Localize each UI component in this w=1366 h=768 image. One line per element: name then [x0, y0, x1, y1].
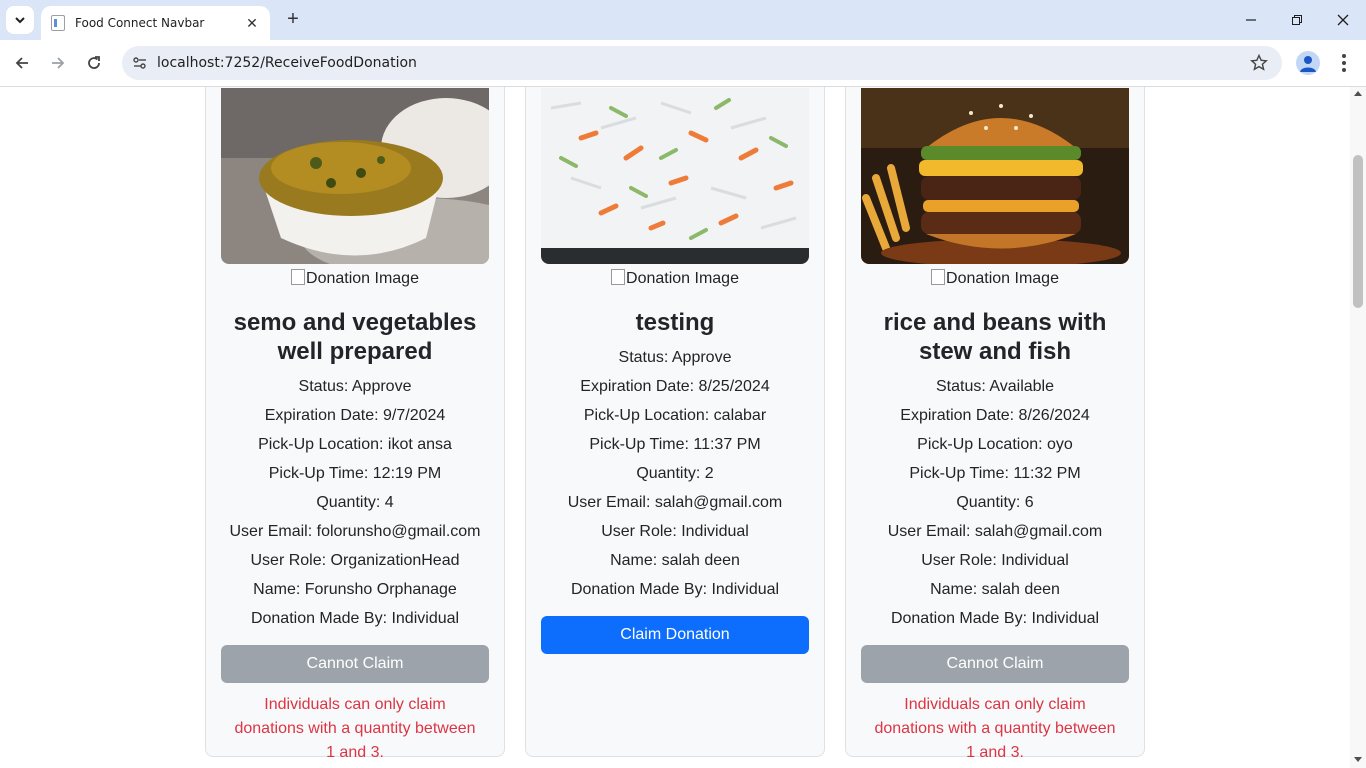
- page-icon: [51, 15, 65, 31]
- forward-button[interactable]: [46, 51, 70, 75]
- address-bar[interactable]: localhost:7252/ReceiveFoodDonation: [122, 46, 1282, 80]
- page-content: Donation Image semo and vegetables well …: [0, 87, 1350, 768]
- broken-image: Donation Image: [206, 269, 504, 288]
- donation-title: semo and vegetables well prepared: [233, 309, 477, 365]
- broken-image-icon: [931, 269, 946, 285]
- broken-image: Donation Image: [526, 269, 824, 288]
- food-image-rice: [541, 88, 809, 264]
- name-text: Name: salah deen: [610, 552, 740, 569]
- bookmark-star-icon[interactable]: [1250, 54, 1268, 72]
- pickup-time-text: Pick-Up Time: 11:32 PM: [909, 465, 1081, 482]
- pickup-location-text: Pick-Up Location: oyo: [917, 436, 1073, 453]
- broken-image-icon: [291, 269, 306, 285]
- card-body: semo and vegetables well prepared Status…: [206, 308, 504, 765]
- reload-icon: [88, 56, 100, 69]
- card-body: rice and beans with stew and fish Status…: [846, 308, 1144, 765]
- browser-toolbar: localhost:7252/ReceiveFoodDonation: [0, 40, 1366, 87]
- person-icon: [1300, 56, 1316, 72]
- restore-icon: [1292, 15, 1302, 25]
- broken-image: Donation Image: [846, 269, 1144, 288]
- scroll-down-icon[interactable]: [1354, 757, 1362, 762]
- user-email-text: User Email: salah@gmail.com: [567, 494, 783, 511]
- expiration-text: Expiration Date: 8/26/2024: [900, 407, 1090, 424]
- status-text: Status: Available: [935, 378, 1054, 395]
- pickup-location-text: Pick-Up Location: calabar: [583, 407, 767, 424]
- browser-tab[interactable]: Food Connect Navbar ✕: [41, 6, 270, 40]
- cannot-claim-button[interactable]: Cannot Claim: [861, 645, 1129, 683]
- tab-title: Food Connect Navbar: [75, 16, 205, 30]
- minimize-icon: [1246, 19, 1256, 21]
- claim-warning-text: Individuals can only claim donations wit…: [234, 696, 476, 761]
- quantity-text: Quantity: 4: [316, 494, 394, 511]
- donation-made-by-text: Donation Made By: Individual: [250, 610, 460, 627]
- user-email-text: User Email: folorunsho@gmail.com: [229, 523, 481, 540]
- claim-donation-button[interactable]: Claim Donation: [541, 616, 809, 654]
- food-image-burger: [861, 88, 1129, 264]
- pickup-time-text: Pick-Up Time: 12:19 PM: [268, 465, 442, 482]
- name-text: Name: Forunsho Orphanage: [253, 581, 457, 598]
- pickup-time-text: Pick-Up Time: 11:37 PM: [589, 436, 761, 453]
- donation-title: testing: [635, 309, 715, 336]
- donation-made-by-text: Donation Made By: Individual: [890, 610, 1100, 627]
- pickup-location-text: Pick-Up Location: ikot ansa: [258, 436, 452, 453]
- donation-card: Donation Image semo and vegetables well …: [205, 87, 505, 761]
- close-window-button[interactable]: [1331, 8, 1355, 32]
- vertical-scrollbar[interactable]: [1350, 87, 1366, 768]
- close-icon: [1337, 14, 1349, 26]
- scroll-up-icon[interactable]: [1354, 91, 1362, 96]
- close-tab-icon[interactable]: ✕: [244, 15, 260, 32]
- donation-made-by-text: Donation Made By: Individual: [570, 581, 780, 598]
- tab-search-button[interactable]: [6, 6, 34, 34]
- quantity-text: Quantity: 2: [636, 465, 714, 482]
- food-image-egusi: [221, 88, 489, 264]
- image-alt-text: Donation Image: [626, 270, 739, 287]
- donation-title: rice and beans with stew and fish: [883, 309, 1107, 365]
- browser-menu-icon[interactable]: [1334, 51, 1354, 75]
- name-text: Name: salah deen: [930, 581, 1060, 598]
- restore-button[interactable]: [1285, 8, 1309, 32]
- chevron-down-icon: [15, 17, 25, 24]
- new-tab-button[interactable]: +: [282, 8, 304, 30]
- donation-card: Donation Image testing Status: Approve E…: [525, 87, 825, 757]
- site-settings-icon[interactable]: [132, 55, 148, 71]
- claim-warning-text: Individuals can only claim donations wit…: [874, 696, 1116, 761]
- donation-card: Donation Image rice and beans with stew …: [845, 87, 1145, 761]
- expiration-text: Expiration Date: 8/25/2024: [580, 378, 770, 395]
- url-text: localhost:7252/ReceiveFoodDonation: [157, 55, 417, 71]
- user-role-text: User Role: OrganizationHead: [250, 552, 460, 569]
- quantity-text: Quantity: 6: [956, 494, 1034, 511]
- user-role-text: User Role: Individual: [601, 523, 749, 540]
- card-body: testing Status: Approve Expiration Date:…: [526, 308, 824, 654]
- profile-avatar[interactable]: [1296, 51, 1320, 75]
- status-text: Status: Approve: [618, 349, 732, 366]
- expiration-text: Expiration Date: 9/7/2024: [264, 407, 446, 424]
- image-alt-text: Donation Image: [946, 270, 1059, 287]
- cannot-claim-button[interactable]: Cannot Claim: [221, 645, 489, 683]
- image-alt-text: Donation Image: [306, 270, 419, 287]
- status-text: Status: Approve: [298, 378, 412, 395]
- tab-strip: Food Connect Navbar ✕ +: [0, 0, 1366, 40]
- arrow-left-icon: [15, 57, 28, 69]
- minimize-button[interactable]: [1239, 8, 1263, 32]
- broken-image-icon: [611, 269, 626, 285]
- back-button[interactable]: [10, 51, 34, 75]
- user-email-text: User Email: salah@gmail.com: [887, 523, 1103, 540]
- user-role-text: User Role: Individual: [921, 552, 1069, 569]
- scrollbar-thumb[interactable]: [1353, 155, 1363, 308]
- arrow-right-icon: [52, 57, 65, 69]
- reload-button[interactable]: [82, 51, 106, 75]
